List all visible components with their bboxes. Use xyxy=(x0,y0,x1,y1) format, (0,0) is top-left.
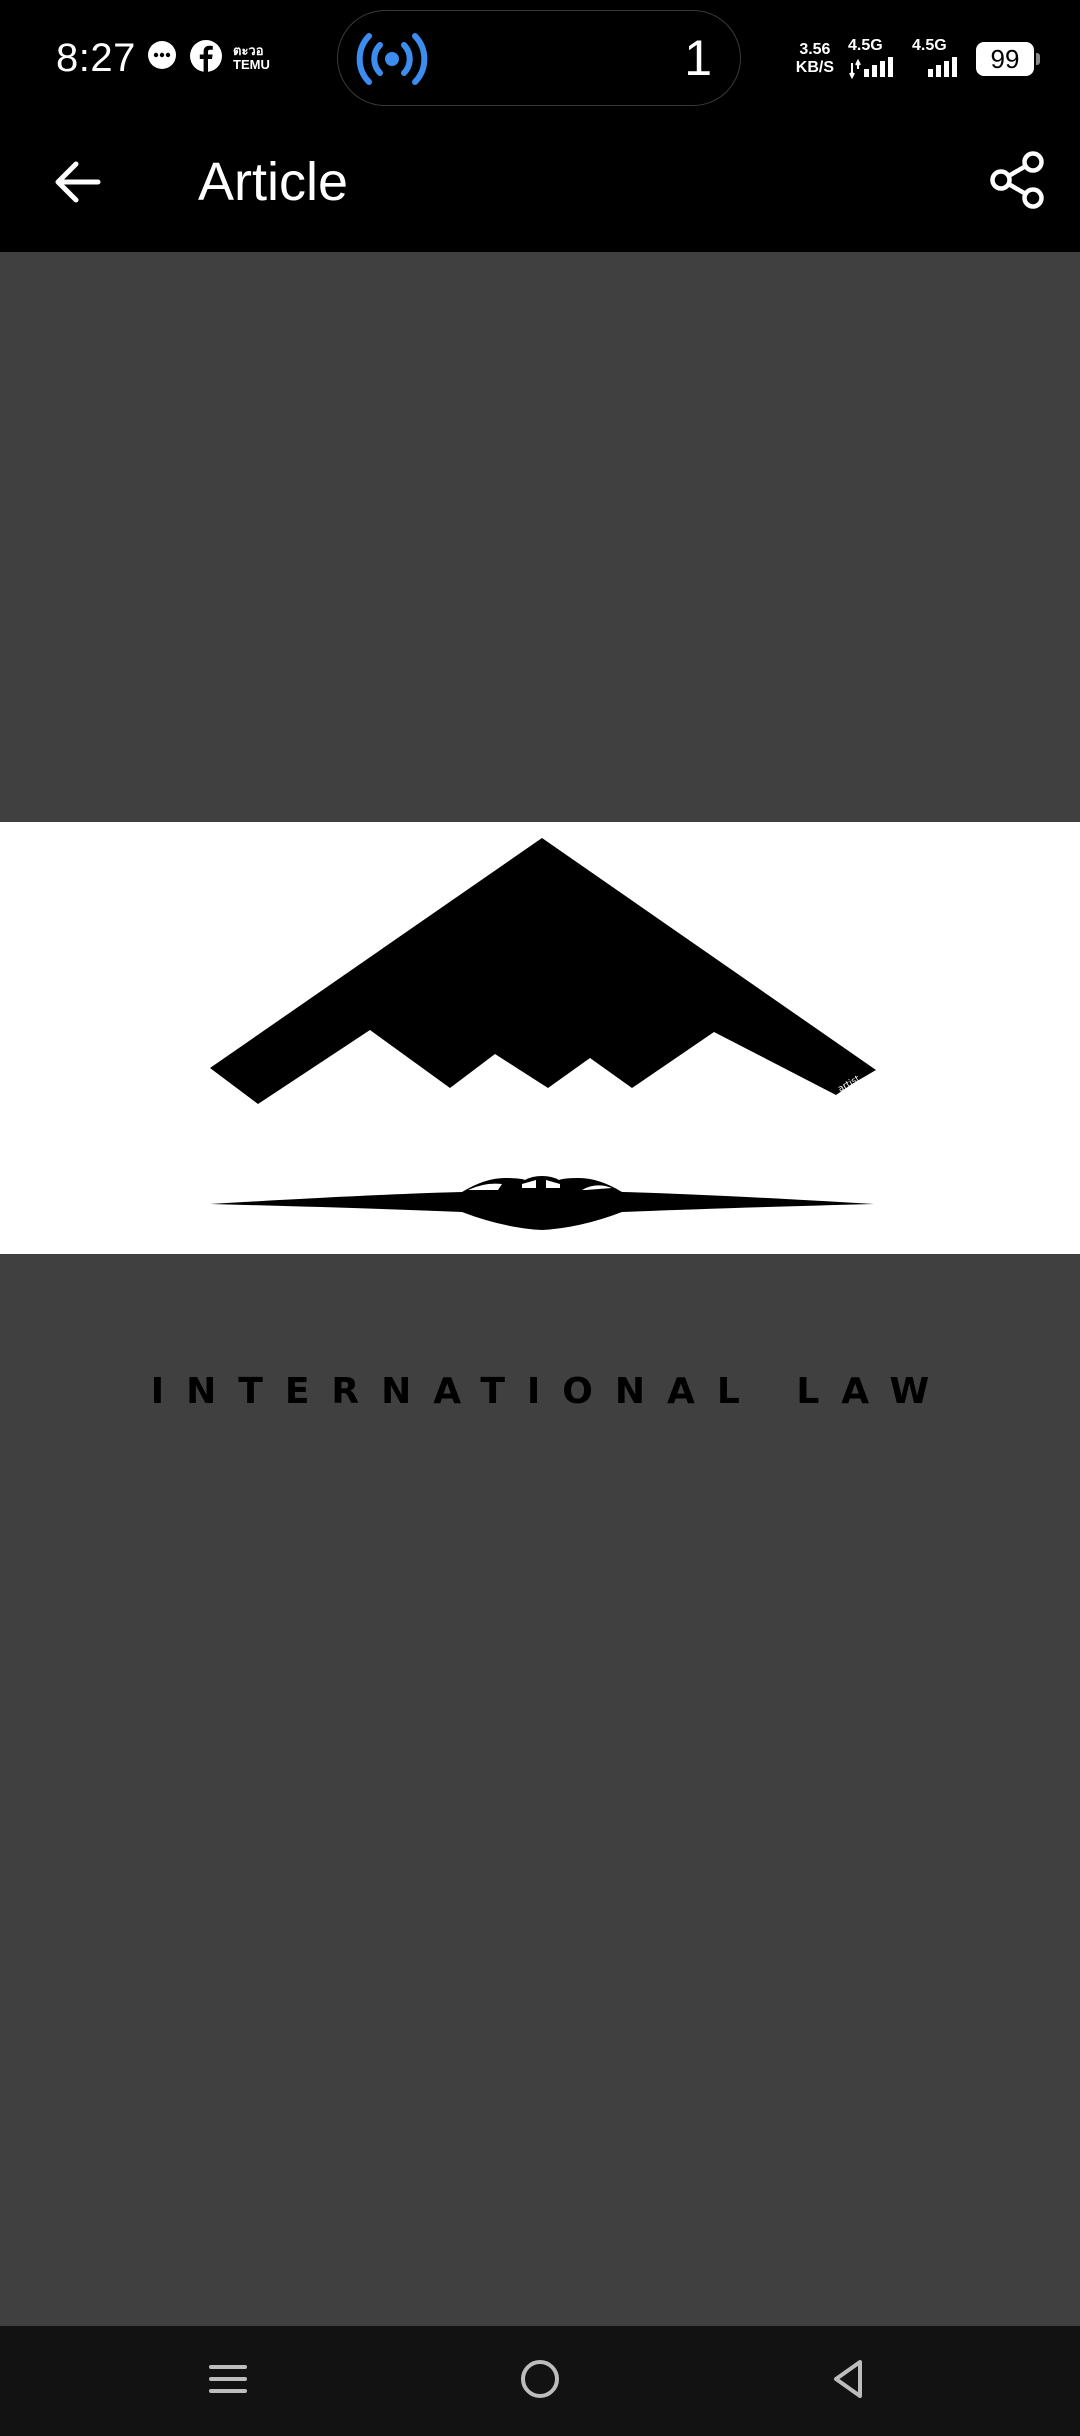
article-image[interactable]: artist xyxy=(0,822,1080,1254)
temu-icon: ตะวอ TEMU xyxy=(233,44,270,72)
hotspot-pill[interactable]: 1 xyxy=(337,10,741,106)
arrow-left-icon xyxy=(52,160,102,209)
battery-level: 99 xyxy=(976,42,1034,76)
status-bar: 8:27 ตะวอ TEMU 1 3.56 KB/S 4.5G 4.5G 99 xyxy=(0,0,1080,118)
status-right-icons: 3.56 KB/S 4.5G 4.5G 99 xyxy=(796,36,1040,82)
recents-menu-icon xyxy=(208,2359,248,2404)
battery-tip xyxy=(1036,53,1040,65)
network-speed: 3.56 KB/S xyxy=(796,41,834,77)
back-nav-button[interactable] xyxy=(808,2346,888,2416)
hotspot-count: 1 xyxy=(684,30,712,86)
home-button[interactable] xyxy=(500,2346,580,2416)
status-time: 8:27 xyxy=(56,36,136,80)
app-bar: Article xyxy=(0,118,1080,252)
battery-icon: 99 xyxy=(976,42,1040,76)
back-triangle-icon xyxy=(828,2357,868,2406)
home-circle-icon xyxy=(518,2357,562,2406)
image-caption: INTERNATIONAL LAW xyxy=(150,1371,952,1412)
hotspot-broadcast-icon xyxy=(356,31,428,92)
temu-line-1: ตะวอ xyxy=(233,43,264,58)
share-icon xyxy=(989,150,1047,215)
article-viewer[interactable] xyxy=(0,252,1080,2326)
message-bubble-icon xyxy=(145,39,179,78)
net-speed-unit: KB/S xyxy=(795,59,834,76)
temu-line-2: TEMU xyxy=(233,57,270,72)
page-title: Article xyxy=(198,152,349,212)
share-button[interactable] xyxy=(980,144,1056,220)
stealth-bomber-icon: artist xyxy=(210,838,876,1230)
back-button[interactable] xyxy=(36,148,118,220)
signal-icon-sim2: 4.5G xyxy=(912,37,962,79)
notification-icons: ตะวอ TEMU xyxy=(145,39,270,78)
facebook-icon xyxy=(189,39,223,78)
signal-icon: 4.5G xyxy=(848,37,898,79)
net-speed-value: 3.56 xyxy=(799,41,831,58)
recents-button[interactable] xyxy=(188,2346,268,2416)
system-nav-bar xyxy=(0,2326,1080,2436)
